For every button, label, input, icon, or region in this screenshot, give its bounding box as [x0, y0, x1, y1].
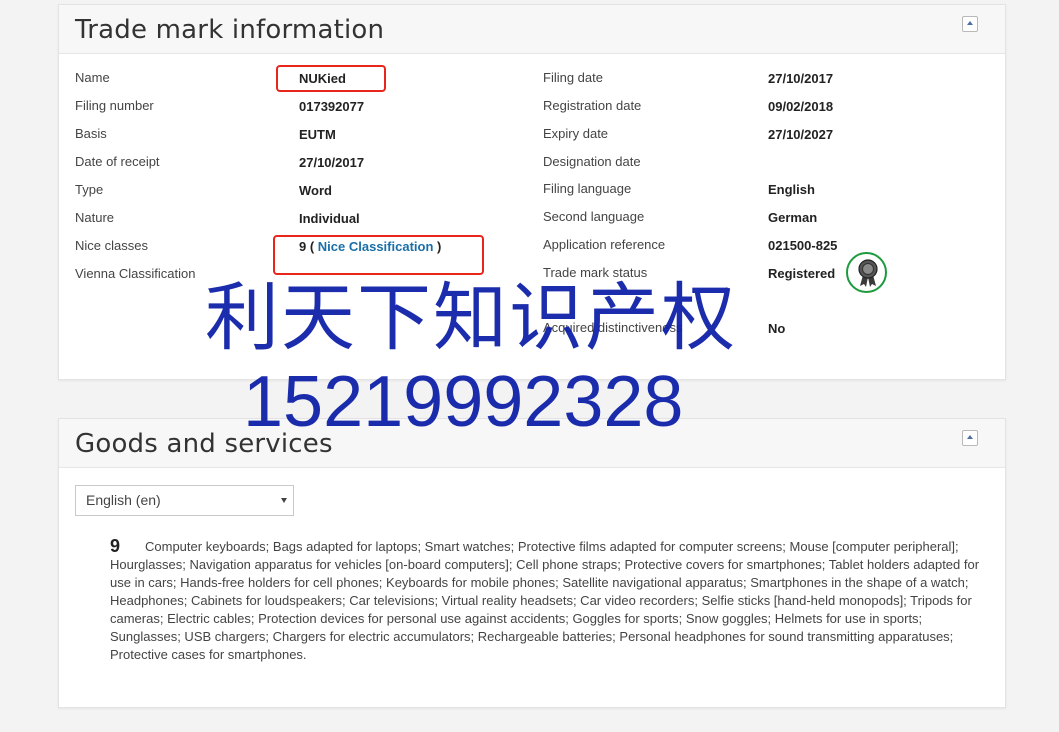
type-value: Word — [299, 183, 332, 198]
dropdown-arrow-icon — [281, 498, 287, 503]
name-highlight-box — [276, 65, 386, 92]
language-select[interactable]: English (en) — [75, 485, 294, 516]
nature-value: Individual — [299, 211, 360, 226]
expiry-date-value: 27/10/2027 — [768, 127, 834, 142]
basis-value: EUTM — [299, 127, 336, 142]
vienna-classification-label: Vienna Classification — [75, 266, 196, 281]
filing-language-label: Filing language — [543, 181, 632, 196]
nature-label: Nature — [75, 210, 115, 225]
nice-classes-label: Nice classes — [75, 238, 148, 253]
nice-classes-highlight-box — [273, 235, 484, 275]
filing-language-value: English — [768, 182, 815, 197]
name-label: Name — [75, 70, 110, 85]
application-reference-label: Application reference — [543, 237, 666, 252]
type-label: Type — [75, 182, 104, 197]
acquired-distinctiveness-value: No — [768, 321, 786, 336]
application-reference-value: 021500-825 — [768, 238, 838, 253]
date-of-receipt-value: 27/10/2017 — [299, 155, 365, 170]
watermark-text: 利天下知识产权 — [205, 275, 737, 361]
expiry-date-label: Expiry date — [543, 126, 609, 141]
collapse-trademark-button[interactable] — [962, 16, 978, 32]
collapse-goods-button[interactable] — [962, 430, 978, 446]
registration-date-label: Registration date — [543, 98, 642, 113]
filing-number-value: 017392077 — [299, 99, 365, 114]
filing-number-label: Filing number — [75, 98, 154, 113]
filing-date-value: 27/10/2017 — [768, 71, 834, 86]
status-highlight-ring — [846, 252, 887, 293]
trademark-info-header: Trade mark information — [59, 5, 1005, 54]
trade-mark-status-value: Registered — [768, 266, 836, 281]
goods-class-description: Computer keyboards; Bags adapted for lap… — [110, 539, 980, 662]
watermark-phone: 15219992328 — [243, 362, 684, 442]
filing-date-label: Filing date — [543, 70, 603, 85]
goods-services-panel: Goods and services English (en) 9 Comput… — [58, 418, 1006, 708]
registration-date-value: 09/02/2018 — [768, 99, 834, 114]
trademark-info-title: Trade mark information — [75, 15, 385, 45]
date-of-receipt-label: Date of receipt — [75, 154, 160, 169]
second-language-label: Second language — [543, 209, 645, 224]
basis-label: Basis — [75, 126, 107, 141]
second-language-value: German — [768, 210, 818, 225]
language-select-value: English (en) — [86, 492, 161, 508]
designation-date-label: Designation date — [543, 154, 641, 169]
